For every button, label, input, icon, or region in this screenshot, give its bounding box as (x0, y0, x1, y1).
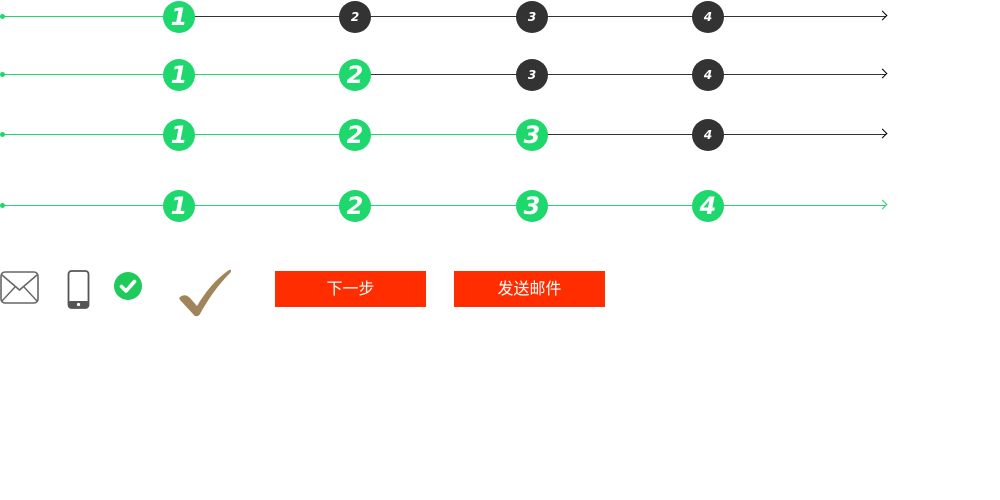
send-email-button[interactable]: 发送邮件 (454, 271, 605, 307)
start-dot (0, 14, 5, 19)
start-dot (0, 203, 5, 208)
start-dot (0, 72, 5, 77)
step-1: 1 (163, 190, 195, 222)
checkmark-icon (179, 269, 232, 317)
arrow-right-icon (877, 128, 888, 139)
start-dot (0, 132, 5, 137)
arrow-right-icon (877, 199, 888, 210)
progress-line-remaining (355, 74, 886, 75)
progress-line-completed (2, 134, 532, 135)
step-3: 3 (516, 59, 548, 91)
step-2: 2 (339, 119, 371, 151)
progress-line-completed (2, 205, 886, 206)
step-1: 1 (163, 1, 195, 33)
step-1: 1 (163, 119, 195, 151)
step-3: 3 (516, 1, 548, 33)
step-2: 2 (339, 59, 371, 91)
next-button[interactable]: 下一步 (275, 271, 426, 307)
mail-icon (0, 271, 39, 304)
step-4: 4 (692, 190, 724, 222)
step-4: 4 (692, 1, 724, 33)
step-2: 2 (339, 1, 371, 33)
phone-icon (67, 270, 90, 309)
step-2: 2 (339, 190, 371, 222)
step-1: 1 (163, 59, 195, 91)
step-4: 4 (692, 119, 724, 151)
step-3: 3 (516, 119, 548, 151)
progress-stepper: 1 2 3 4 (0, 118, 890, 152)
step-4: 4 (692, 59, 724, 91)
arrow-right-icon (877, 10, 888, 21)
progress-stepper: 1 2 3 4 (0, 58, 890, 92)
arrow-right-icon (877, 68, 888, 79)
progress-stepper: 1 2 3 4 (0, 189, 890, 223)
check-circle-icon (114, 272, 142, 300)
step-3: 3 (516, 190, 548, 222)
progress-line-completed (2, 16, 179, 17)
progress-stepper: 1 2 3 4 (0, 0, 890, 34)
